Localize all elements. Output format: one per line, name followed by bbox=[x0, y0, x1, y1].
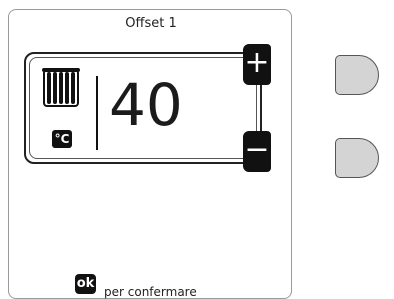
value-panel: °C 40 bbox=[24, 52, 262, 164]
increase-button[interactable]: + bbox=[243, 44, 271, 85]
confirm-hint: per confermare bbox=[104, 285, 197, 299]
ok-icon: ok bbox=[75, 274, 96, 294]
screen-title: Offset 1 bbox=[125, 16, 177, 31]
offset-value: 40 bbox=[109, 71, 183, 139]
panel-divider bbox=[96, 76, 98, 150]
celsius-unit-badge: °C bbox=[52, 130, 72, 148]
radiator-icon bbox=[42, 68, 80, 107]
decrease-button[interactable]: − bbox=[243, 131, 271, 172]
hardware-button-bottom[interactable] bbox=[335, 138, 379, 178]
hardware-button-top[interactable] bbox=[335, 55, 379, 95]
